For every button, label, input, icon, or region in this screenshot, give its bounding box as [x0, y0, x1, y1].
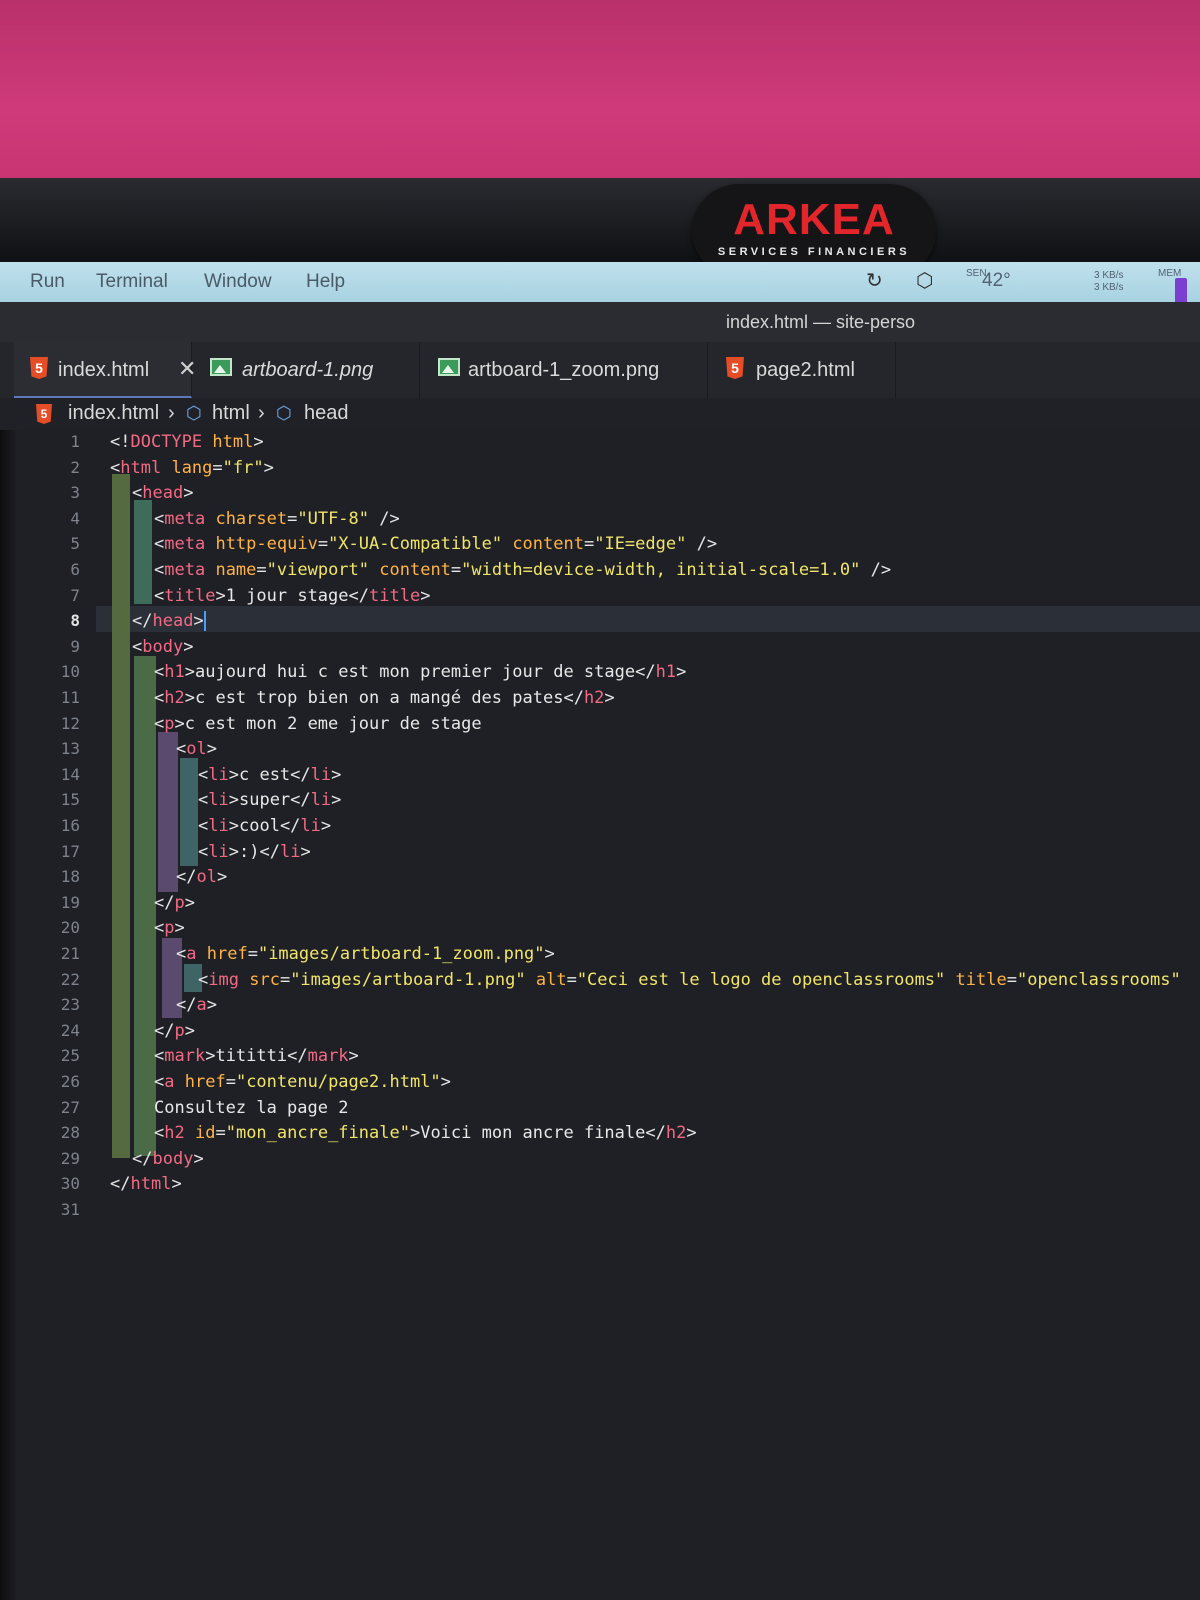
sync-icon[interactable]: ↻: [866, 268, 883, 293]
tab-label: index.html: [58, 359, 150, 381]
tab-label: page2.html: [756, 359, 855, 381]
code-line[interactable]: <h2>c est trop bien on a mangé des pates…: [154, 688, 615, 708]
code-line[interactable]: <li>:)</li>: [198, 842, 311, 862]
code-line[interactable]: <meta name="viewport" content="width=dev…: [154, 560, 891, 580]
menu-help[interactable]: Help: [306, 271, 345, 293]
code-line[interactable]: <title>1 jour stage</title>: [154, 586, 430, 606]
current-line-highlight: [96, 606, 1200, 632]
tab-page2-html[interactable]: 5 page2.html: [708, 342, 896, 398]
tab-artboard-1[interactable]: artboard-1.png: [192, 342, 420, 398]
indent-guide: [134, 500, 152, 604]
code-line[interactable]: </a>: [176, 995, 217, 1015]
code-line[interactable]: <html lang="fr">: [110, 458, 274, 478]
memory-meter: [1175, 278, 1187, 304]
indent-guide: [112, 474, 130, 1158]
code-line[interactable]: Consultez la page 2: [154, 1098, 348, 1118]
code-line[interactable]: <mark>tititti</mark>: [154, 1046, 359, 1066]
html5-icon: 5: [30, 356, 48, 379]
menu-bar: Run Terminal Window Help ↻ ⬡ SEN 42° 3 K…: [0, 262, 1200, 302]
tab-bar: 5 index.html ✕ artboard-1.png artboard-1…: [0, 342, 1200, 398]
cube-icon[interactable]: ⬡: [916, 268, 933, 293]
tab-label: artboard-1.png: [242, 359, 374, 381]
network-down: 3 KB/s: [1094, 282, 1124, 293]
code-line[interactable]: </body>: [132, 1149, 204, 1169]
chevron-right-icon: ›: [258, 402, 265, 424]
temperature-readout: 42°: [982, 270, 1011, 291]
screen-edge: [0, 430, 18, 1600]
arkea-logo: ARKEA: [733, 195, 895, 244]
menu-window[interactable]: Window: [204, 271, 272, 293]
code-line[interactable]: <head>: [132, 483, 193, 503]
network-up: 3 KB/s: [1094, 270, 1124, 281]
chevron-right-icon: ›: [168, 402, 175, 424]
code-line[interactable]: </head>: [132, 611, 206, 632]
menu-terminal[interactable]: Terminal: [96, 271, 168, 293]
code-line[interactable]: <img src="images/artboard-1.png" alt="Ce…: [198, 970, 1181, 990]
code-line[interactable]: <ol>: [176, 739, 217, 759]
code-line[interactable]: <li>super</li>: [198, 790, 341, 810]
image-icon: [438, 358, 460, 382]
code-line[interactable]: </p>: [154, 1021, 195, 1041]
indent-guide: [134, 656, 156, 1156]
code-line[interactable]: <a href="contenu/page2.html">: [154, 1072, 451, 1092]
code-line[interactable]: </ol>: [176, 867, 227, 887]
html5-icon: 5: [726, 356, 744, 379]
window-titlebar: index.html — site-perso: [0, 302, 1200, 342]
code-line[interactable]: <h1>aujourd hui c est mon premier jour d…: [154, 662, 686, 682]
indent-guide: [158, 732, 178, 892]
tab-artboard-1-zoom[interactable]: artboard-1_zoom.png: [420, 342, 708, 398]
indent-guide: [180, 758, 198, 866]
sensor-label: SEN: [966, 268, 987, 279]
window-title: index.html — site-perso: [726, 312, 916, 332]
breadcrumb-html[interactable]: html: [212, 402, 250, 425]
tab-index-html[interactable]: 5 index.html ✕: [14, 342, 196, 398]
image-icon: [210, 358, 232, 382]
code-line[interactable]: <!DOCTYPE html>: [110, 432, 264, 452]
breadcrumb: 5 index.html › ⬡ html › ⬡ head: [0, 398, 1200, 430]
background-wall: [0, 0, 1200, 182]
code-line[interactable]: <meta http-equiv="X-UA-Compatible" conte…: [154, 534, 717, 554]
arkea-tagline: SERVICES FINANCIERS: [717, 246, 911, 258]
cube-icon: ⬡: [276, 403, 292, 423]
code-line[interactable]: <a href="images/artboard-1_zoom.png">: [176, 944, 555, 964]
laptop-bezel: [0, 178, 1200, 264]
breadcrumb-file[interactable]: index.html: [68, 402, 159, 425]
code-line[interactable]: <p>c est mon 2 eme jour de stage: [154, 714, 482, 734]
code-line[interactable]: <h2 id="mon_ancre_finale">Voici mon ancr…: [154, 1123, 697, 1143]
cube-icon: ⬡: [186, 403, 202, 423]
memory-label: MEM: [1158, 268, 1182, 279]
tab-label: artboard-1_zoom.png: [468, 359, 660, 381]
breadcrumb-head[interactable]: head: [304, 402, 349, 425]
code-editor[interactable]: 1 2 3 4 5 6 7 8 9 10 11 12 13 14 15 16 17 18 19 20 21 22 23 24 2…: [0, 430, 1200, 1600]
code-line[interactable]: <li>c est</li>: [198, 765, 341, 785]
html5-icon: 5: [36, 401, 52, 424]
code-line[interactable]: <li>cool</li>: [198, 816, 331, 836]
code-line[interactable]: <p>: [154, 918, 185, 938]
code-line[interactable]: <meta charset="UTF-8" />: [154, 509, 400, 529]
code-line[interactable]: </p>: [154, 893, 195, 913]
code-line[interactable]: <body>: [132, 637, 193, 657]
menu-run[interactable]: Run: [30, 271, 65, 293]
code-line[interactable]: </html>: [110, 1174, 182, 1194]
